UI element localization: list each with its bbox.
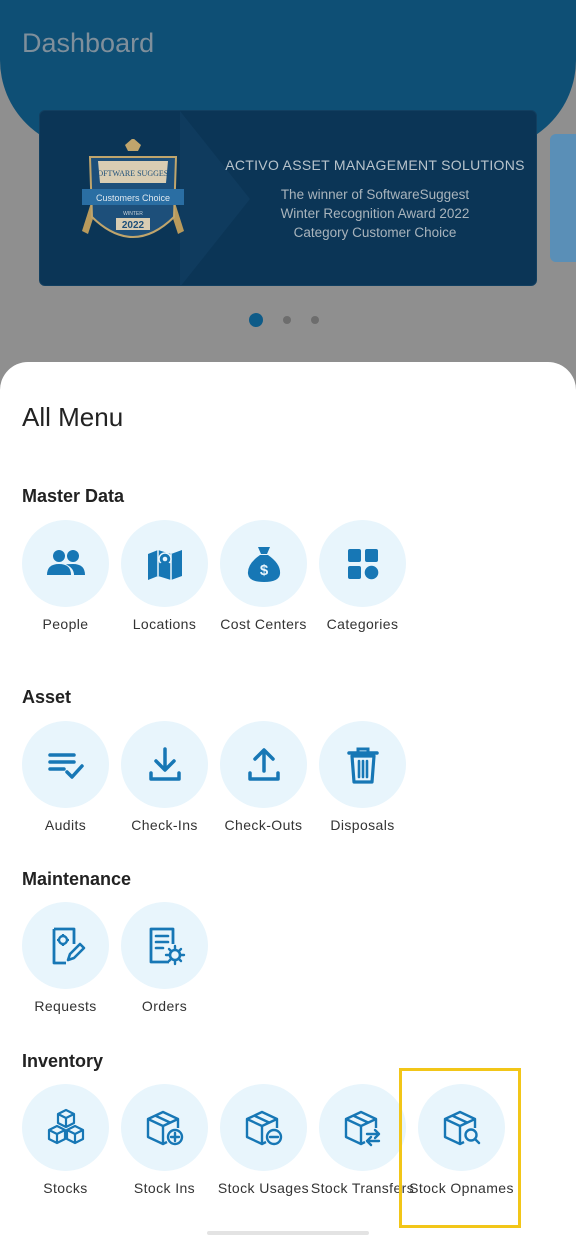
badge-ribbon: Customers Choice [96, 193, 170, 203]
menu-item-people[interactable]: People [22, 520, 109, 634]
section-title-inventory: Inventory [22, 1051, 104, 1071]
banner-line: The winner of SoftwareSuggest [280, 187, 470, 202]
menu-item-check-ins[interactable]: Check-Ins [121, 721, 208, 835]
svg-text:$: $ [259, 562, 268, 579]
banner-line: Winter Recognition Award 2022 [280, 206, 470, 221]
download-icon [121, 721, 208, 808]
menu-item-orders[interactable]: Orders [121, 902, 208, 1016]
menu-item-stock-usages[interactable]: Stock Usages [218, 1084, 309, 1198]
banner-line: Category Customer Choice [293, 225, 457, 240]
request-edit-icon [22, 902, 109, 989]
menu-item-requests[interactable]: Requests [22, 902, 109, 1016]
menu-item-label: Locations [132, 616, 197, 632]
menu-item-stock-transfers[interactable]: Stock Transfers [311, 1084, 414, 1198]
box-minus-icon [220, 1084, 307, 1171]
carousel-dot[interactable] [283, 316, 291, 324]
maintenance-grid: Requests Orders [22, 902, 208, 1016]
badge-year: 2022 [122, 220, 145, 231]
page-title: Dashboard [22, 28, 155, 58]
asset-grid: Audits Check-Ins Check-Outs Disposals [22, 721, 406, 835]
menu-item-label: Categories [326, 616, 399, 632]
highlight-box-stock-opnames [399, 1068, 521, 1228]
carousel-indicator [249, 313, 319, 327]
section-title-maintenance: Maintenance [22, 869, 132, 889]
menu-item-label: Stock Usages [217, 1180, 310, 1196]
people-icon [22, 520, 109, 607]
menu-item-label: Audits [44, 817, 87, 833]
menu-item-label: Stock Ins [133, 1180, 196, 1196]
checklist-icon [22, 721, 109, 808]
menu-item-label: Cost Centers [220, 616, 307, 632]
money-bag-icon: $ [220, 520, 307, 607]
banner-title: ACTIVO ASSET MANAGEMENT SOLUTIONS [225, 157, 525, 173]
stacked-boxes-icon [22, 1084, 109, 1171]
next-banner-preview[interactable] [550, 134, 576, 262]
carousel-dot[interactable] [311, 316, 319, 324]
carousel-dot-active[interactable] [249, 313, 263, 327]
menu-item-disposals[interactable]: Disposals [319, 721, 406, 835]
section-title-master-data: Master Data [22, 486, 125, 506]
badge-season: WINTER [123, 211, 143, 217]
menu-item-label: Disposals [330, 817, 395, 833]
home-indicator-bar[interactable] [207, 1231, 369, 1235]
map-icon [121, 520, 208, 607]
section-title-asset: Asset [22, 687, 72, 707]
menu-item-locations[interactable]: Locations [121, 520, 208, 634]
menu-item-label: Requests [34, 998, 97, 1014]
box-transfer-icon [319, 1084, 406, 1171]
master-data-grid: People Locations $ Cost Centers Categori… [22, 520, 406, 634]
order-settings-icon [121, 902, 208, 989]
menu-item-categories[interactable]: Categories [319, 520, 406, 634]
menu-item-check-outs[interactable]: Check-Outs [220, 721, 307, 835]
badge-brand: SOFTWARE SUGGEST [93, 169, 173, 178]
menu-item-label: Orders [141, 998, 188, 1014]
menu-item-label: Stocks [43, 1180, 88, 1196]
upload-icon [220, 721, 307, 808]
all-menu-sheet: All Menu Master Data People Locations $ … [0, 362, 576, 1236]
box-plus-icon [121, 1084, 208, 1171]
menu-item-cost-centers[interactable]: $ Cost Centers [220, 520, 307, 634]
menu-item-label: Check-Ins [131, 817, 198, 833]
award-badge-icon: SOFTWARE SUGGEST Customers Choice WINTER… [82, 139, 184, 238]
categories-icon [319, 520, 406, 607]
menu-item-stocks[interactable]: Stocks [22, 1084, 109, 1198]
award-banner[interactable]: SOFTWARE SUGGEST Customers Choice WINTER… [39, 110, 537, 286]
menu-item-label: Check-Outs [224, 817, 303, 833]
trash-icon [319, 721, 406, 808]
menu-item-audits[interactable]: Audits [22, 721, 109, 835]
menu-item-label: People [42, 616, 89, 632]
sheet-title: All Menu [22, 402, 124, 432]
menu-item-stock-ins[interactable]: Stock Ins [121, 1084, 208, 1198]
